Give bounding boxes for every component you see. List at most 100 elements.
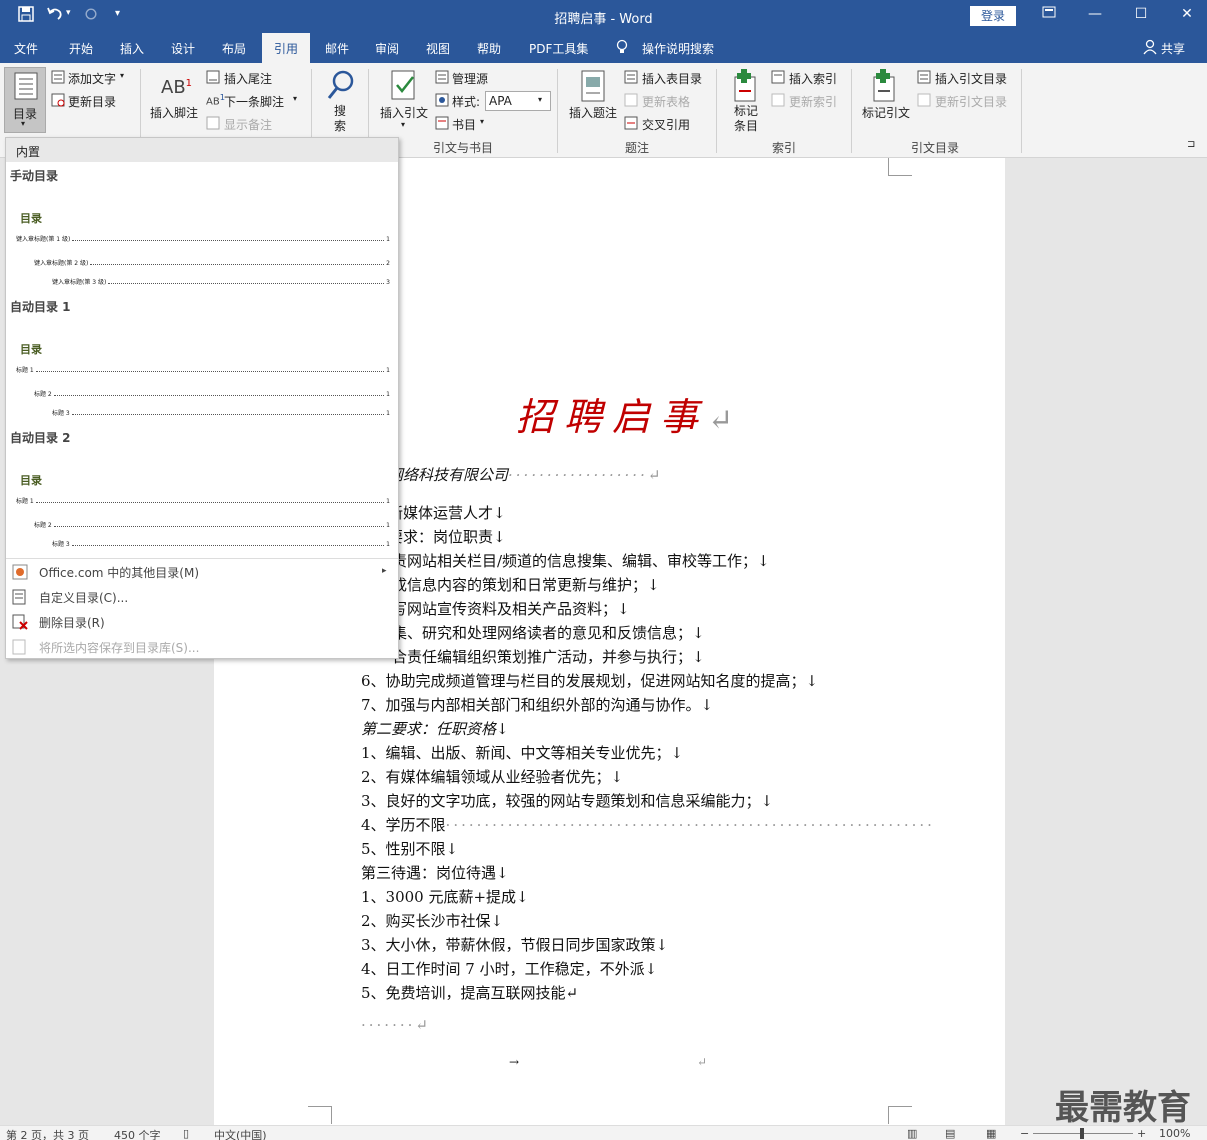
doc-line: 责网站相关栏目/频道的信息搜集、编辑、审校等工作；↓ <box>392 552 770 570</box>
proofing-icon[interactable]: ▯ <box>183 1127 189 1140</box>
tab-view[interactable]: 视图 <box>426 40 450 57</box>
footnote-icon: AB1 <box>161 77 193 98</box>
separator <box>1021 69 1022 153</box>
word-count[interactable]: 450 个字 <box>114 1127 161 1140</box>
dropdown-header: 内置 <box>6 138 398 162</box>
chevron-down-icon: ▾ <box>21 119 26 128</box>
update-index-button[interactable]: 更新索引 <box>789 93 837 110</box>
close-icon[interactable]: ✕ <box>1172 6 1202 22</box>
bibliography-icon <box>435 116 449 130</box>
chevron-right-icon: ▸ <box>382 566 387 576</box>
language-indicator[interactable]: 中文(中国) <box>214 1127 267 1140</box>
document-title: 招聘启事↵ <box>516 395 744 439</box>
separator <box>716 69 717 153</box>
search-button[interactable]: 搜索 <box>334 104 348 134</box>
zoom-slider-thumb[interactable] <box>1080 1128 1084 1139</box>
insert-footnote-button[interactable]: 插入脚注 <box>150 104 198 121</box>
style-select[interactable]: APA ▾ <box>485 91 551 111</box>
tab-file[interactable]: 文件 <box>14 40 38 57</box>
group-index-label: 索引 <box>772 141 797 155</box>
style-label: 样式: <box>452 95 481 109</box>
remove-toc-icon <box>12 614 28 630</box>
minimize-icon[interactable]: — <box>1080 6 1110 22</box>
lightbulb-icon <box>616 39 628 58</box>
doc-line: 7、加强与内部相关部门和组织外部的沟通与协作。↓ <box>361 696 714 714</box>
login-button[interactable]: 登录 <box>970 6 1016 26</box>
toc-button[interactable]: 目录 ▾ <box>4 67 46 133</box>
tab-home[interactable]: 开始 <box>69 40 93 57</box>
ribbon-display-icon[interactable] <box>1034 6 1064 22</box>
table-of-figures-icon <box>624 70 638 84</box>
doc-line: 第三待遇：岗位待遇↓ <box>361 864 509 882</box>
mark-citation-icon <box>873 69 895 102</box>
tab-review[interactable]: 审阅 <box>375 40 399 57</box>
read-mode-icon[interactable]: ▥ <box>907 1127 917 1140</box>
ribbon-tabs: 文件 开始 插入 设计 布局 引用 邮件 审阅 视图 帮助 PDF工具集 操作说… <box>0 33 1207 63</box>
style-select-value: APA <box>489 94 512 108</box>
menu-item-label: 删除目录(R) <box>39 616 105 630</box>
custom-toc-item[interactable]: 自定义目录(C)... <box>6 584 398 609</box>
tab-insert[interactable]: 插入 <box>120 40 144 57</box>
doc-line: 1、3000 元底薪+提成↓ <box>361 888 529 906</box>
update-authorities-icon <box>917 93 931 107</box>
cross-reference-button[interactable]: 交叉引用 <box>642 116 690 133</box>
insert-table-of-authorities-button[interactable]: 插入引文目录 <box>935 70 1007 87</box>
crop-mark <box>308 1106 332 1124</box>
separator <box>557 69 558 153</box>
doc-line: 4、学历不限··································… <box>361 816 935 834</box>
zoom-out-icon[interactable]: − <box>1020 1127 1029 1140</box>
update-table-authorities-button[interactable]: 更新引文目录 <box>935 93 1007 110</box>
toc-preview-line: 键入章标题(第 1 级) 1 <box>16 236 390 243</box>
doc-line: 4、日工作时间 7 小时，工作稳定，不外派↓ <box>361 960 658 978</box>
chevron-down-icon: ▾ <box>293 94 298 103</box>
insert-endnote-button[interactable]: 插入尾注 <box>224 70 272 87</box>
tab-layout[interactable]: 布局 <box>222 40 246 57</box>
doc-line: 成信息内容的策划和日常更新与维护；↓ <box>392 576 660 594</box>
status-bar: 第 2 页，共 3 页 450 个字 ▯ 中文(中国) ▥ ▤ ▦ − + 10… <box>0 1125 1207 1140</box>
tab-design[interactable]: 设计 <box>171 40 195 57</box>
remove-toc-item[interactable]: 删除目录(R) <box>6 609 398 634</box>
tab-help[interactable]: 帮助 <box>477 40 501 57</box>
toc-preview-line: 标题 31 <box>52 541 390 548</box>
update-table-figures-button[interactable]: 更新表格 <box>642 93 690 110</box>
toc-preview-heading: 目录 <box>20 343 42 356</box>
show-notes-button[interactable]: 显示备注 <box>224 116 272 133</box>
insert-citation-button[interactable]: 插入引文 <box>380 104 428 121</box>
title-bar: ▾ ▾ 招聘启事 - Word 登录 — ☐ ✕ <box>0 0 1207 33</box>
tell-me-search[interactable]: 操作说明搜索 <box>642 40 714 57</box>
page-count[interactable]: 第 2 页，共 3 页 <box>6 1127 89 1140</box>
doc-line: 合责任编辑组织策划推广活动，并参与执行；↓ <box>392 648 705 666</box>
doc-line: 第二要求：任职资格↓ <box>361 720 509 738</box>
office-more-toc-item[interactable]: Office.com 中的其他目录(M) ▸ <box>6 559 398 584</box>
bibliography-button[interactable]: 书目 <box>452 116 476 133</box>
doc-line: 6、协助完成频道管理与栏目的发展规划，促进网站知名度的提高；↓ <box>361 672 819 690</box>
mark-entry-icon <box>734 69 756 102</box>
insert-caption-button[interactable]: 插入题注 <box>569 104 617 121</box>
mark-entry-button[interactable]: 标记条目 <box>734 104 760 134</box>
share-button[interactable]: 共享 <box>1161 40 1185 57</box>
add-text-button[interactable]: 添加文字 <box>68 70 116 87</box>
toc-gallery-auto-2[interactable]: 目录 标题 11 标题 21 标题 31 <box>14 462 390 552</box>
tab-mailings[interactable]: 邮件 <box>325 40 349 57</box>
insert-table-of-figures-button[interactable]: 插入表目录 <box>642 70 702 87</box>
maximize-icon[interactable]: ☐ <box>1126 6 1156 22</box>
manage-sources-button[interactable]: 管理源 <box>452 70 488 87</box>
next-footnote-button[interactable]: 下一条脚注 <box>224 93 284 110</box>
insert-index-button[interactable]: 插入索引 <box>789 70 837 87</box>
tab-references[interactable]: 引用 <box>262 33 311 63</box>
doc-line: 新媒体运营人才↓ <box>388 504 506 522</box>
update-table-icon <box>51 93 65 107</box>
tab-pdf-tools[interactable]: PDF工具集 <box>529 40 588 57</box>
custom-toc-icon <box>12 589 26 605</box>
toc-preview-line: 键入章标题(第 3 级) 3 <box>52 279 390 286</box>
update-table-button[interactable]: 更新目录 <box>68 93 116 110</box>
print-layout-icon[interactable]: ▤ <box>945 1127 955 1140</box>
collapse-ribbon-icon[interactable]: ⊐ <box>1187 139 1195 150</box>
toc-gallery-manual[interactable]: 目录 键入章标题(第 1 级) 1 键入章标题(第 2 级) 2 键入章标题(第 3… <box>14 200 390 290</box>
web-layout-icon[interactable]: ▦ <box>986 1127 996 1140</box>
save-selection-to-gallery-item[interactable]: 将所选内容保存到目录库(S)... <box>6 634 398 659</box>
mark-citation-button[interactable]: 标记引文 <box>862 104 910 121</box>
insert-caption-icon <box>581 70 605 102</box>
crop-mark <box>888 1106 912 1124</box>
toc-gallery-auto-1[interactable]: 目录 标题 11 标题 21 标题 31 <box>14 331 390 421</box>
